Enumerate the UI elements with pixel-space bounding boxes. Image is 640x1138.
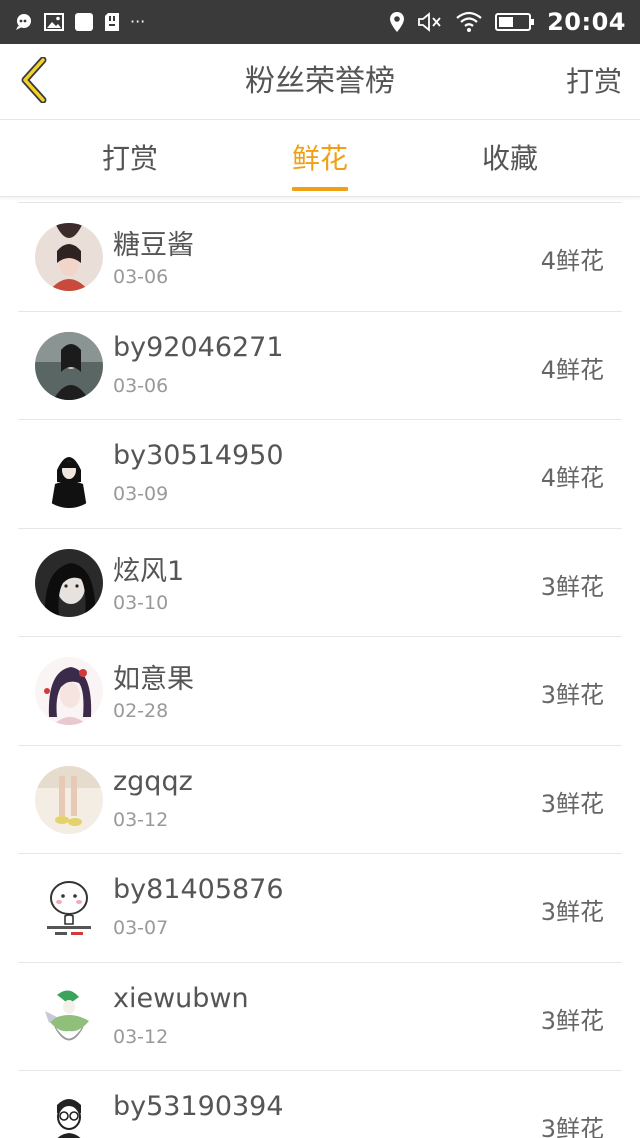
chevron-left-icon: [19, 56, 49, 107]
mute-icon: [417, 11, 443, 33]
fan-date: 02-28: [113, 700, 169, 722]
flower-count: 3鲜花: [540, 1006, 604, 1035]
flower-count: 3鲜花: [540, 1115, 604, 1138]
avatar: [35, 657, 103, 725]
flower-count: 4鲜花: [540, 464, 604, 492]
flower-count: 3鲜花: [540, 572, 604, 601]
fan-date: 03-10: [113, 591, 169, 614]
chat-bubble-icon: [14, 13, 34, 31]
active-tab-indicator: [292, 187, 348, 191]
fan-name: by81405876: [113, 874, 284, 905]
tab-reward[interactable]: 打赏: [70, 121, 190, 197]
fan-name: by92046271: [113, 331, 284, 363]
wifi-icon: [455, 11, 483, 33]
list-item[interactable]: by81405876 03-07 3鲜花: [18, 854, 622, 963]
avatar: [35, 548, 103, 617]
location-pin-icon: [389, 11, 405, 33]
fan-name: zgqqz: [113, 765, 193, 797]
avatar: [35, 765, 103, 834]
fan-name: 如意果: [113, 664, 194, 695]
fan-date: 03-06: [113, 266, 169, 288]
overflow-dots: ···: [130, 12, 146, 31]
avatar: [35, 223, 103, 291]
list-item[interactable]: 糖豆酱 03-06 4鲜花: [18, 203, 622, 312]
flower-count: 3鲜花: [540, 898, 604, 926]
fan-date: 03-12: [113, 808, 169, 831]
list-item[interactable]: by30514950 03-09 4鲜花: [18, 420, 622, 529]
fan-name: 炫风1: [113, 555, 185, 587]
battery-icon: [495, 12, 535, 32]
flower-count: 4鲜花: [540, 247, 604, 275]
fan-name: xiewubwn: [113, 982, 249, 1014]
flower-count: 3鲜花: [540, 789, 604, 818]
list-item[interactable]: 炫风1 03-10 3鲜花: [18, 529, 622, 637]
tab-favorites[interactable]: 收藏: [450, 121, 570, 197]
list-item[interactable]: 如意果 02-28 3鲜花: [18, 637, 622, 746]
app-header: 粉丝荣誉榜 打赏: [0, 44, 640, 120]
list-item[interactable]: by53190394 3鲜花: [18, 1071, 622, 1138]
clock-time: 20:04: [547, 8, 626, 36]
list-item[interactable]: by92046271 03-06 4鲜花: [18, 312, 622, 420]
status-bar-system: 20:04: [389, 6, 626, 38]
fan-ranking-list: 糖豆酱 03-06 4鲜花 by92046271 03-06 4鲜花 by305…: [18, 202, 622, 1138]
flower-count: 4鲜花: [540, 355, 604, 384]
fan-name: by30514950: [113, 440, 284, 471]
page-title: 粉丝荣誉榜: [245, 64, 395, 99]
flower-count: 3鲜花: [540, 681, 604, 709]
fan-date: 03-07: [113, 917, 169, 939]
avatar: [35, 1091, 103, 1138]
list-item[interactable]: zgqqz 03-12 3鲜花: [18, 746, 622, 854]
fan-name: 糖豆酱: [113, 230, 194, 261]
avatar: [35, 331, 103, 400]
status-bar: ··· 20:04: [0, 0, 640, 44]
tab-flowers[interactable]: 鲜花: [260, 121, 380, 197]
fan-date: 03-09: [113, 483, 169, 505]
image-icon: [44, 13, 64, 31]
avatar: [35, 982, 103, 1051]
fan-name: by53190394: [113, 1091, 284, 1122]
tab-bar: 打赏 鲜花 收藏: [0, 121, 640, 197]
avatar: [35, 874, 103, 942]
fan-date: 03-06: [113, 374, 169, 397]
list-item[interactable]: xiewubwn 03-12 3鲜花: [18, 963, 622, 1071]
back-button[interactable]: [14, 56, 54, 108]
fan-date: 03-12: [113, 1025, 169, 1048]
status-bar-notifications: ···: [14, 10, 145, 34]
reward-button[interactable]: 打赏: [566, 44, 622, 120]
sd-card-icon: [104, 12, 120, 32]
square-app-icon: [74, 12, 94, 32]
avatar: [35, 440, 103, 508]
